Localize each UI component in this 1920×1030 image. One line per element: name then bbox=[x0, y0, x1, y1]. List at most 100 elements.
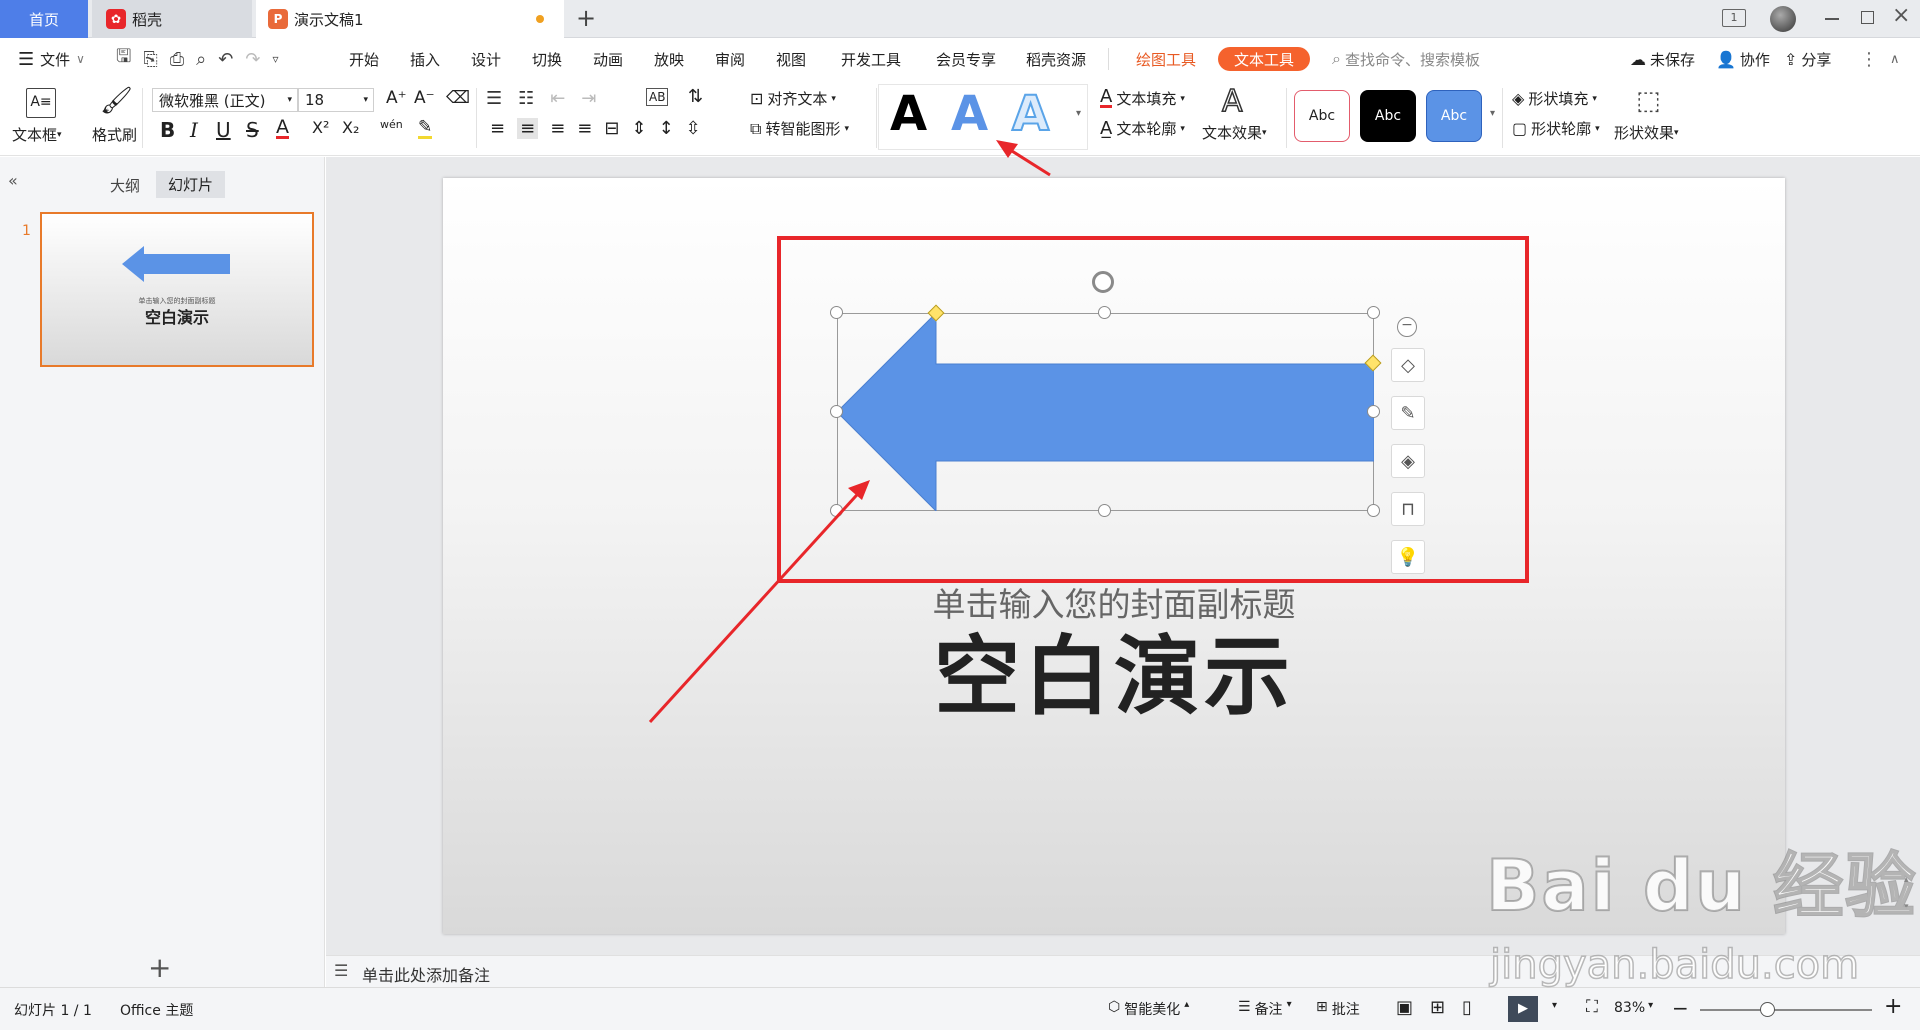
pinyin-button[interactable]: wén bbox=[380, 118, 403, 131]
shape-gallery-more-icon[interactable]: ▾ bbox=[1490, 108, 1495, 119]
align-right-icon[interactable]: ≡ bbox=[550, 118, 565, 139]
play-slideshow-icon[interactable]: ▶ bbox=[1508, 996, 1538, 1022]
zoom-level-select[interactable]: 83% ▾ bbox=[1614, 1000, 1653, 1016]
numbered-list-icon[interactable]: ☷ bbox=[518, 88, 534, 109]
play-options-icon[interactable]: ▾ bbox=[1552, 1000, 1557, 1011]
menu-item-design[interactable]: 设计 bbox=[471, 38, 501, 80]
text-effect-button[interactable]: 文本效果 ▾ bbox=[1202, 122, 1267, 143]
to-smartart-button[interactable]: ⧉ 转智能图形 ▾ bbox=[750, 118, 849, 139]
menu-item-start[interactable]: 开始 bbox=[349, 38, 379, 80]
wordart-style-black[interactable]: A bbox=[890, 86, 927, 142]
underline-button[interactable]: U bbox=[216, 118, 231, 142]
menu-item-review[interactable]: 审阅 bbox=[715, 38, 745, 80]
superscript-button[interactable]: X² bbox=[312, 118, 329, 137]
reading-view-icon[interactable]: ▯ bbox=[1462, 997, 1472, 1018]
format-painter-icon[interactable]: 🖌 bbox=[100, 86, 133, 116]
collapse-panel-icon[interactable]: « bbox=[8, 171, 18, 190]
more-quick-icon[interactable]: ▿ bbox=[272, 52, 278, 66]
textbox-button[interactable]: 文本框 ▾ bbox=[12, 124, 62, 145]
tab-home[interactable]: 首页 bbox=[0, 0, 88, 38]
clear-format-icon[interactable]: ⌫ bbox=[446, 88, 470, 108]
increase-indent-icon[interactable]: ⇥ bbox=[581, 88, 596, 109]
notes-toggle[interactable]: ☰ 备注 ▾ bbox=[1238, 999, 1292, 1019]
minimize-icon[interactable] bbox=[1825, 18, 1839, 20]
shape-outline-button[interactable]: ▢ 形状轮廓 ▾ bbox=[1512, 118, 1600, 139]
text-fill-button[interactable]: A 文本填充 ▾ bbox=[1100, 88, 1185, 109]
tab-slides[interactable]: 幻灯片 bbox=[156, 171, 226, 198]
comments-button[interactable]: ⊞ 批注 bbox=[1316, 999, 1360, 1019]
distribute-icon[interactable]: ⊟ bbox=[604, 118, 619, 139]
shape-style-outline[interactable]: Abc bbox=[1294, 90, 1350, 142]
tab-outline[interactable]: 大纲 bbox=[110, 175, 140, 196]
text-outline-button[interactable]: A̲ 文本轮廓 ▾ bbox=[1100, 118, 1185, 139]
menu-item-daoke-resources[interactable]: 稻壳资源 bbox=[1026, 38, 1086, 80]
restore-icon[interactable] bbox=[1861, 11, 1874, 24]
print-icon[interactable]: ⎙ bbox=[170, 49, 184, 70]
export-pdf-icon[interactable]: ⎘ bbox=[143, 49, 157, 70]
more-vertical-icon[interactable]: ⋮ bbox=[1860, 38, 1878, 80]
italic-button[interactable]: I bbox=[190, 118, 198, 142]
text-effect-icon[interactable]: A bbox=[1221, 83, 1243, 120]
zoom-slider-track[interactable] bbox=[1700, 1009, 1872, 1011]
line-spacing-sort-icon[interactable]: ⇅ bbox=[688, 86, 703, 107]
collab-button[interactable]: 👤 协作 bbox=[1716, 38, 1770, 80]
theme-name[interactable]: Office 主题 bbox=[120, 1000, 193, 1020]
paragraph-spacing-icon[interactable]: ⇕ bbox=[631, 118, 646, 139]
highlight-icon[interactable]: ✎ bbox=[418, 118, 433, 139]
font-grow-button[interactable]: A⁺ bbox=[386, 88, 407, 108]
unsaved-button[interactable]: ☁ 未保存 bbox=[1630, 38, 1695, 80]
close-icon[interactable]: × bbox=[1892, 3, 1910, 28]
font-shrink-button[interactable]: A⁻ bbox=[414, 88, 435, 108]
align-center-icon[interactable]: ≡ bbox=[517, 118, 539, 139]
search-command[interactable]: ⌕ 查找命令、搜索模板 bbox=[1332, 38, 1480, 80]
file-menu[interactable]: ☰ 文件 ∨ bbox=[18, 38, 85, 80]
menu-item-insert[interactable]: 插入 bbox=[410, 38, 440, 80]
avatar[interactable] bbox=[1770, 6, 1796, 32]
shape-effect-button[interactable]: 形状效果 ▾ bbox=[1614, 122, 1679, 143]
redo-icon[interactable]: ↷ bbox=[245, 49, 260, 70]
gallery-more-icon[interactable]: ▾ bbox=[1076, 108, 1081, 119]
menu-item-drawing-tools[interactable]: 绘图工具 bbox=[1136, 38, 1196, 80]
fit-window-icon[interactable]: ⛶ bbox=[1586, 997, 1598, 1017]
collapse-ribbon-icon[interactable]: ∧ bbox=[1890, 38, 1900, 80]
justify-icon[interactable]: ≡ bbox=[577, 118, 592, 139]
strikethrough-button[interactable]: S bbox=[246, 118, 259, 142]
sorter-view-icon[interactable]: ⊞ bbox=[1430, 997, 1445, 1018]
text-direction-icon[interactable]: AB bbox=[646, 88, 669, 106]
normal-view-icon[interactable]: ▣ bbox=[1396, 997, 1413, 1018]
wordart-style-outline[interactable]: A bbox=[1011, 85, 1050, 143]
slide-title[interactable]: 空白演示 bbox=[443, 606, 1785, 731]
decrease-indent-icon[interactable]: ⇤ bbox=[550, 88, 565, 109]
wordart-style-blue[interactable]: A bbox=[951, 86, 988, 142]
line-spacing-icon[interactable]: ↕ bbox=[659, 118, 674, 139]
shape-style-blue[interactable]: Abc bbox=[1426, 90, 1482, 142]
new-tab-button[interactable]: + bbox=[576, 4, 596, 32]
window-count-icon[interactable]: 1 bbox=[1722, 9, 1746, 27]
align-left-icon[interactable]: ≡ bbox=[490, 118, 505, 139]
font-name-select[interactable]: 微软雅黑 (正文) ▾ bbox=[152, 88, 298, 112]
save-icon[interactable]: 🖫 bbox=[116, 44, 131, 74]
tab-daoke[interactable]: ✿ 稻壳 bbox=[92, 0, 252, 38]
align-text-button[interactable]: ⊡ 对齐文本 ▾ bbox=[750, 88, 836, 109]
menu-item-developer[interactable]: 开发工具 bbox=[841, 38, 901, 80]
menu-item-member[interactable]: 会员专享 bbox=[936, 38, 996, 80]
print-preview-icon[interactable]: ⌕ bbox=[196, 49, 206, 70]
menu-item-view[interactable]: 视图 bbox=[776, 38, 806, 80]
tab-document[interactable]: P 演示文稿1 bbox=[256, 0, 564, 38]
bullet-list-icon[interactable]: ☰ bbox=[486, 88, 502, 109]
font-size-select[interactable]: 18 ▾ bbox=[298, 88, 374, 112]
menu-item-animation[interactable]: 动画 bbox=[593, 38, 623, 80]
zoom-in-icon[interactable]: + bbox=[1884, 994, 1902, 1019]
zoom-slider-thumb[interactable] bbox=[1760, 1002, 1775, 1017]
font-color-button[interactable]: A bbox=[276, 118, 289, 139]
menu-item-transition[interactable]: 切换 bbox=[532, 38, 562, 80]
menu-item-slideshow[interactable]: 放映 bbox=[654, 38, 684, 80]
share-button[interactable]: ⇪ 分享 bbox=[1784, 38, 1831, 80]
shape-fill-button[interactable]: ◈ 形状填充 ▾ bbox=[1512, 88, 1597, 109]
format-painter-button[interactable]: 格式刷 bbox=[92, 124, 137, 145]
shape-effect-icon[interactable]: ⬚ bbox=[1636, 86, 1661, 116]
bold-button[interactable]: B bbox=[160, 118, 175, 142]
menu-item-text-tools[interactable]: 文本工具 bbox=[1218, 47, 1311, 71]
zoom-out-icon[interactable]: − bbox=[1672, 996, 1689, 1020]
beautify-button[interactable]: ⬡ 智能美化 ▴ bbox=[1108, 999, 1189, 1019]
